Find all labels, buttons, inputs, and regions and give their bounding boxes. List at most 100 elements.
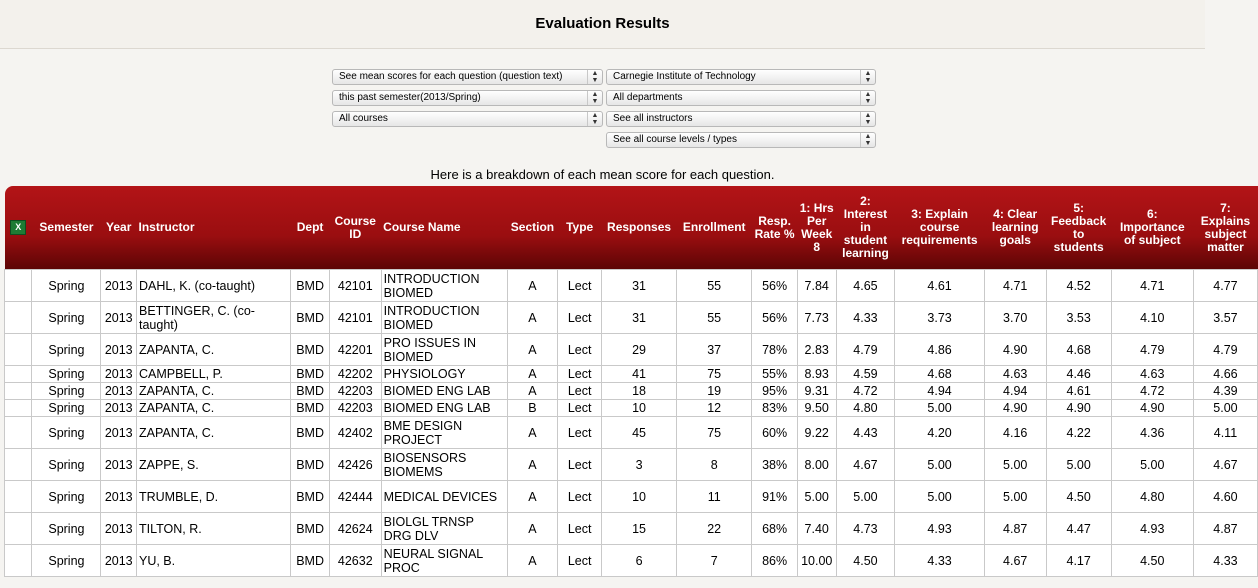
semester-select[interactable]: this past semester(2013/Spring) ▲ ▼	[332, 90, 603, 106]
page-title: Evaluation Results	[535, 15, 670, 32]
cell-section: A	[506, 544, 559, 577]
cell-course-id: 42101	[328, 301, 382, 334]
col-responses[interactable]: Responses	[601, 186, 677, 270]
cell-q6: 4.36	[1110, 416, 1194, 449]
cell-q3: 4.94	[894, 382, 985, 400]
cell-q1: 9.31	[796, 382, 837, 400]
select-arrows-icon: ▲ ▼	[860, 112, 875, 126]
cell-year: 2013	[100, 448, 137, 481]
select-arrows-icon: ▲ ▼	[587, 112, 602, 126]
cell-q5: 4.68	[1045, 333, 1112, 366]
row-blank-cell	[3, 399, 33, 417]
cell-type: Lect	[557, 301, 602, 334]
courses-select[interactable]: All courses ▲ ▼	[332, 111, 603, 127]
cell-q2: 4.80	[835, 399, 896, 417]
col-type[interactable]: Type	[557, 186, 602, 270]
cell-dept: BMD	[290, 269, 330, 302]
cell-q5: 4.90	[1045, 399, 1112, 417]
cell-q2: 4.59	[835, 365, 896, 383]
col-q2[interactable]: 2: Interest in student learning	[836, 186, 895, 270]
cell-q5: 3.53	[1045, 301, 1112, 334]
col-q3[interactable]: 3: Explain course requirements	[894, 186, 985, 270]
col-resp-rate[interactable]: Resp. Rate %	[751, 186, 798, 270]
cell-q5: 5.00	[1045, 448, 1112, 481]
cell-semester: Spring	[31, 301, 102, 334]
cell-q4: 4.71	[983, 269, 1047, 302]
cell-q6: 4.10	[1110, 301, 1194, 334]
cell-q3: 3.73	[894, 301, 985, 334]
cell-instructor: CAMPBELL, P.	[135, 365, 292, 383]
col-q7[interactable]: 7: Explains subject matter	[1193, 186, 1258, 270]
cell-course-id: 42402	[328, 416, 382, 449]
cell-course-id: 42101	[328, 269, 382, 302]
table-header-row: X Semester Year Instructor Dept Course I…	[4, 186, 1258, 270]
cell-q6: 5.00	[1110, 448, 1194, 481]
department-select[interactable]: All departments ▲ ▼	[606, 90, 876, 106]
table-row: Spring 2013 YU, B. BMD 42632 NEURAL SIGNAL PR…	[3, 544, 1258, 577]
cell-q7: 4.11	[1192, 416, 1258, 449]
cell-course-id: 42624	[328, 512, 382, 545]
row-blank-cell	[3, 301, 33, 334]
levels-select[interactable]: See all course levels / types ▲ ▼	[606, 132, 876, 148]
instructors-select-value: See all instructors	[613, 113, 693, 124]
col-dept[interactable]: Dept	[290, 186, 330, 270]
cell-q4: 4.63	[983, 365, 1047, 383]
cell-section: A	[506, 365, 559, 383]
cell-course-id: 42426	[328, 448, 382, 481]
cell-q2: 4.73	[835, 512, 896, 545]
cell-section: A	[506, 382, 559, 400]
row-blank-cell	[3, 544, 33, 577]
export-excel-button[interactable]: X	[4, 186, 32, 270]
col-course-name[interactable]: Course Name	[381, 186, 508, 270]
cell-q4: 5.00	[983, 448, 1047, 481]
cell-instructor: TILTON, R.	[135, 512, 292, 545]
cell-q1: 9.50	[796, 399, 837, 417]
college-select[interactable]: Carnegie Institute of Technology ▲ ▼	[606, 69, 876, 85]
col-enrollment[interactable]: Enrollment	[676, 186, 752, 270]
cell-q5: 4.17	[1045, 544, 1112, 577]
cell-year: 2013	[100, 399, 137, 417]
row-blank-cell	[3, 416, 33, 449]
cell-q4: 5.00	[983, 480, 1047, 513]
cell-q2: 4.79	[835, 333, 896, 366]
cell-course-name: INTRODUCTION BIOMED	[380, 301, 508, 334]
cell-type: Lect	[557, 333, 602, 366]
table-row: Spring 2013 ZAPPE, S. BMD 42426 BIOSENSORS BI…	[3, 448, 1258, 481]
cell-q1: 2.83	[796, 333, 837, 366]
col-year[interactable]: Year	[100, 186, 137, 270]
cell-q5: 4.61	[1045, 382, 1112, 400]
col-q6[interactable]: 6: Importance of subject	[1111, 186, 1194, 270]
cell-year: 2013	[100, 333, 137, 366]
cell-semester: Spring	[31, 480, 102, 513]
cell-year: 2013	[100, 301, 137, 334]
cell-q3: 4.93	[894, 512, 985, 545]
col-semester[interactable]: Semester	[31, 186, 101, 270]
col-q5[interactable]: 5: Feedback to students	[1046, 186, 1112, 270]
col-section[interactable]: Section	[507, 186, 558, 270]
view-select[interactable]: See mean scores for each question (quest…	[332, 69, 603, 85]
table-row: Spring 2013 TRUMBLE, D. BMD 42444 MEDICAL DEV…	[3, 480, 1258, 513]
cell-q6: 4.80	[1110, 480, 1194, 513]
cell-dept: BMD	[290, 416, 330, 449]
cell-dept: BMD	[290, 333, 330, 366]
instructors-select[interactable]: See all instructors ▲ ▼	[606, 111, 876, 127]
cell-responses: 45	[600, 416, 678, 449]
col-instructor[interactable]: Instructor	[136, 186, 291, 270]
col-q4[interactable]: 4: Clear learning goals	[984, 186, 1047, 270]
cell-section: B	[506, 399, 559, 417]
cell-q3: 4.33	[894, 544, 985, 577]
cell-section: A	[506, 480, 559, 513]
cell-responses: 3	[600, 448, 678, 481]
col-course-id[interactable]: Course ID	[329, 186, 382, 270]
col-q1[interactable]: 1: Hrs Per Week 8	[797, 186, 837, 270]
cell-q7: 4.79	[1192, 333, 1258, 366]
cell-q1: 5.00	[796, 480, 837, 513]
cell-year: 2013	[100, 416, 137, 449]
cell-section: A	[506, 301, 559, 334]
cell-q1: 7.40	[796, 512, 837, 545]
cell-semester: Spring	[31, 382, 102, 400]
cell-type: Lect	[557, 269, 602, 302]
table-row: Spring 2013 DAHL, K. (co-taught) BMD 42101 IN…	[3, 269, 1258, 302]
cell-instructor: YU, B.	[135, 544, 292, 577]
view-select-value: See mean scores for each question (quest…	[339, 71, 563, 82]
